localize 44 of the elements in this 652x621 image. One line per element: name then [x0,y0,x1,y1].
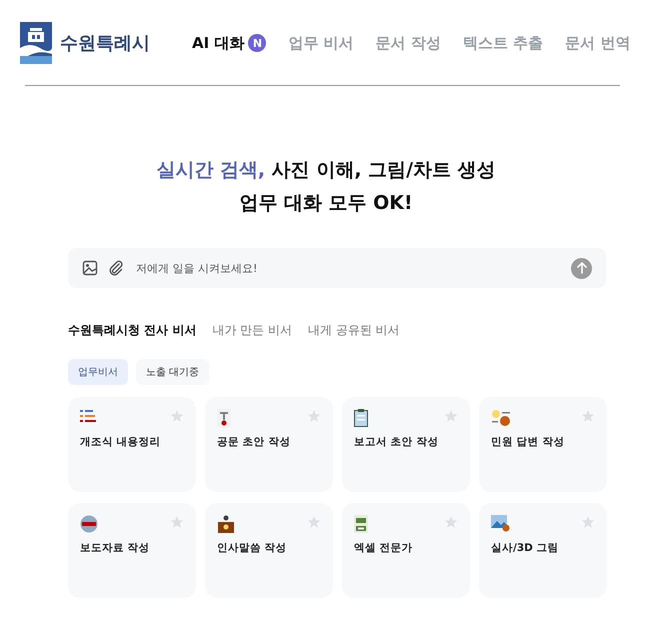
star-icon[interactable] [307,515,321,529]
list-icon [80,409,96,423]
card-title: 엑셀 전문가 [354,541,414,555]
card-title: 공문 초안 작성 [217,435,292,449]
logo-text: 수원특례시 [60,32,150,55]
assistant-tab[interactable]: 내게 공유된 비서 [308,322,400,339]
card-title: 실사/3D 그림 [491,541,560,555]
card-title: 민원 답변 작성 [491,435,566,449]
paperclip-icon[interactable] [108,260,124,276]
star-icon[interactable] [581,515,595,529]
assistant-card[interactable]: 인사말씀 작성 [205,503,333,598]
filter-chip[interactable]: 노출 대기중 [136,359,210,385]
assistant-tab[interactable]: 내가 만든 비서 [212,322,292,339]
star-icon[interactable] [307,409,321,423]
send-button[interactable] [571,258,592,278]
star-icon[interactable] [170,515,184,529]
assistant-card[interactable]: 개조식 내용정리 [68,397,196,492]
card-title: 개조식 내용정리 [80,435,162,449]
star-icon[interactable] [170,409,184,423]
nav-tab[interactable]: AI 대화 N [192,34,266,52]
headline: 실시간 검색, 사진 이해, 그림/차트 생성 업무 대화 모두 OK! [155,158,497,216]
star-icon[interactable] [581,409,595,423]
assistant-card[interactable]: 보고서 초안 작성 [342,397,470,492]
image-icon [491,515,511,532]
assistant-tab[interactable]: 수원특례시청 전사 비서 [68,322,196,339]
assistant-card[interactable]: 공문 초안 작성 [205,397,333,492]
spreadsheet-icon [354,515,368,533]
star-icon[interactable] [444,515,458,529]
filter-chip[interactable]: 업무비서 [68,359,128,385]
card-title: 보도자료 작성 [80,541,151,555]
prompt-field[interactable]: 저에게 일을 시켜보세요! [68,248,606,288]
star-icon[interactable] [444,409,458,423]
logo-icon [20,22,52,64]
card-title: 보고서 초안 작성 [354,435,440,449]
card-title: 인사말씀 작성 [217,541,288,555]
prompt-input[interactable]: 저에게 일을 시켜보세요! [134,260,561,276]
new-badge: N [248,34,266,52]
assistant-card[interactable]: 엑셀 전문가 [342,503,470,598]
assistant-card[interactable]: 민원 답변 작성 [479,397,607,492]
assistant-card[interactable]: 보도자료 작성 [68,503,196,598]
assistant-card[interactable]: 실사/3D 그림 [479,503,607,598]
clipboard-icon [354,409,368,427]
image-icon[interactable] [82,260,98,276]
arrow-up-icon [576,262,586,274]
